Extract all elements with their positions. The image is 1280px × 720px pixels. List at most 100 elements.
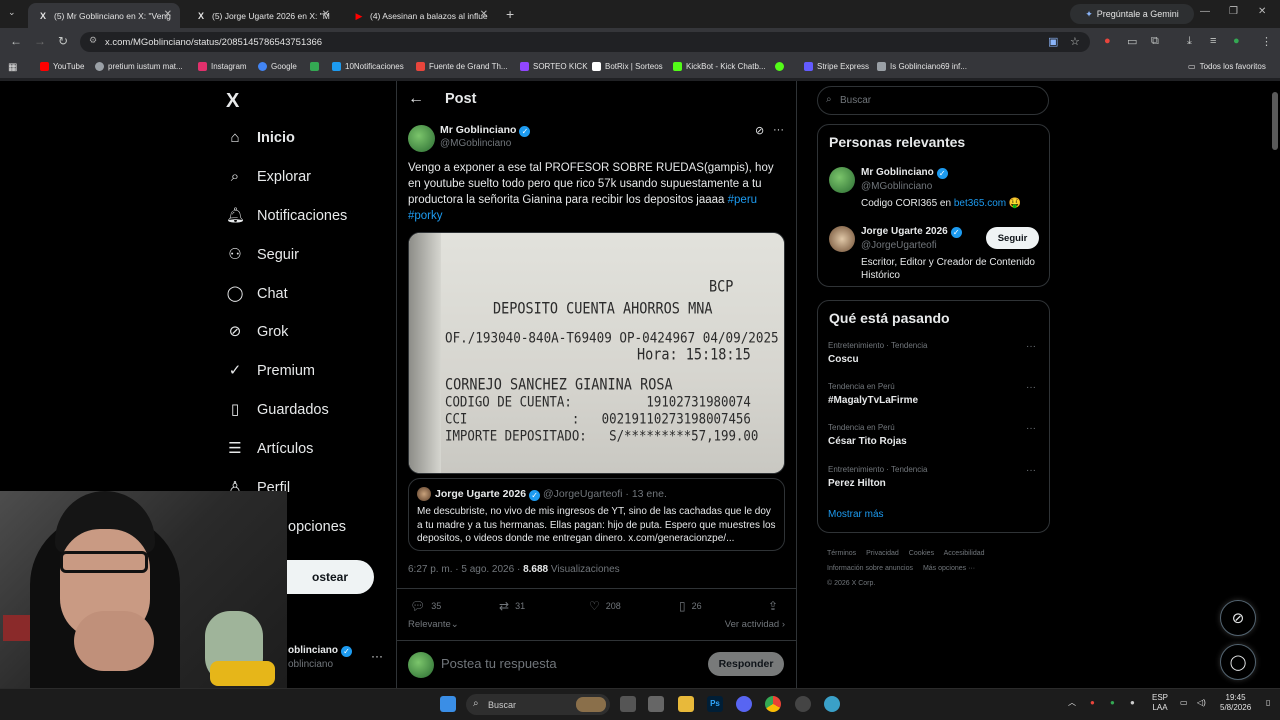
quoted-tweet[interactable]: Jorge Ugarte 2026 ✓ @JorgeUgarteofi · 13 … [408, 478, 785, 551]
nav-inicio[interactable]: ⌂ Inicio [226, 125, 294, 151]
bookmark-item[interactable]: SORTEO KICK [520, 62, 588, 71]
bookmark-item[interactable]: pretium iustum mat... [95, 62, 183, 71]
task-view-icon[interactable] [620, 696, 636, 712]
tab-search-icon[interactable]: ⌄ [8, 7, 16, 18]
nav-articulos[interactable]: ☰ Artículos [226, 436, 313, 462]
bookmark-item[interactable]: Stripe Express [804, 62, 869, 71]
footer-link[interactable]: Cookies [909, 550, 934, 557]
apps-icon[interactable]: ▦ [8, 62, 17, 73]
sort-dropdown[interactable]: Relevante⌄ [408, 619, 459, 630]
close-icon[interactable]: ✕ [164, 9, 172, 20]
bookmark-item[interactable]: YouTube [40, 62, 84, 71]
show-more-link[interactable]: Mostrar más [828, 509, 884, 520]
extensions-puzzle-icon[interactable]: ⧉ [1151, 35, 1159, 48]
more-icon[interactable]: ··· [371, 649, 383, 663]
app-icon[interactable] [648, 696, 664, 712]
more-icon[interactable]: ··· [1026, 382, 1036, 393]
reply-input[interactable]: Postea tu respuesta [441, 656, 557, 671]
footer-link[interactable]: Términos [827, 550, 856, 557]
bookmark-item[interactable]: Is Goblinciano69 inf... [877, 62, 967, 71]
star-icon[interactable]: ☆ [1070, 35, 1080, 48]
app-icon[interactable] [824, 696, 840, 712]
tab-3[interactable]: ▶ (4) Asesinan a balazos al influe ✕ [344, 3, 496, 28]
windows-start-icon[interactable] [440, 696, 456, 712]
trend-item[interactable]: Entretenimiento · Tendencia Perez Hilton… [828, 465, 1038, 489]
nav-grok[interactable]: ⊘ Grok [226, 319, 289, 345]
scrollbar[interactable] [1270, 81, 1280, 688]
hashtag-link[interactable]: #peru [728, 194, 757, 206]
like-button[interactable]: ♡ 208 [589, 599, 621, 613]
language-indicator[interactable]: ESP LAA [1152, 693, 1168, 713]
repost-button[interactable]: ⇄ 31 [499, 599, 525, 613]
chrome-icon[interactable] [765, 696, 781, 712]
nav-guardados[interactable]: ▯ Guardados [226, 397, 329, 423]
grok-fab-button[interactable]: ⊘ [1220, 600, 1256, 636]
share-button[interactable]: ⇪ [768, 599, 784, 613]
app-icon[interactable] [795, 696, 811, 712]
reply-button[interactable]: 💬︎ 35 [410, 599, 441, 613]
back-icon[interactable]: ← [10, 34, 22, 48]
reply-submit-button[interactable]: Responder [708, 652, 784, 676]
address-bar[interactable]: ⚙ x.com/MGoblinciano/status/208514578654… [80, 32, 1090, 52]
trend-item[interactable]: Tendencia en Perú #MagalyTvLaFirme ··· [828, 382, 1038, 406]
bookmark-item[interactable] [310, 62, 323, 71]
bookmark-item[interactable]: KickBot - Kick Chatb... [673, 62, 766, 71]
all-bookmarks[interactable]: ▭ Todos los favoritos [1188, 62, 1266, 71]
author-handle[interactable]: @MGoblinciano [440, 138, 511, 149]
site-info-icon[interactable]: ⚙ [89, 35, 97, 46]
close-icon[interactable]: ✕ [480, 9, 488, 20]
bookmark-item[interactable] [775, 62, 788, 71]
taskbar-search[interactable]: ⌕ Buscar [466, 694, 610, 715]
volume-icon[interactable]: ◁) [1197, 698, 1206, 708]
person-item[interactable]: Mr Goblinciano ✓ @MGoblinciano Codigo COR… [829, 167, 1039, 212]
view-activity-link[interactable]: Ver actividad › [725, 619, 785, 630]
nav-premium[interactable]: ✓ Premium [226, 358, 315, 384]
notification-icon[interactable]: ▯ [1266, 698, 1270, 708]
menu-icon[interactable]: ⋮ [1261, 35, 1272, 48]
more-icon[interactable]: ··· [1026, 341, 1036, 352]
translate-icon[interactable]: ▣ [1048, 35, 1058, 48]
extension-icon[interactable]: ▭ [1127, 35, 1137, 48]
tray-app-icon[interactable]: ● [1130, 698, 1135, 708]
bookmark-item[interactable]: 10Notificaciones [332, 62, 404, 71]
avatar[interactable] [408, 125, 435, 152]
more-icon[interactable]: ··· [1026, 465, 1036, 476]
tweet-image[interactable]: BCP DEPOSITO CUENTA AHORROS MNA OF./1930… [408, 232, 785, 474]
footer-link[interactable]: Privacidad [866, 550, 899, 557]
search-input[interactable]: ⌕ Buscar [817, 86, 1049, 115]
nav-mas-opciones[interactable]: opciones [288, 514, 346, 540]
profile-avatar-icon[interactable]: ● [1233, 35, 1240, 47]
footer-link[interactable]: Más opciones ··· [923, 565, 975, 572]
nav-seguir[interactable]: ⚇ Seguir [226, 242, 299, 268]
more-icon[interactable]: ··· [1026, 423, 1036, 434]
forward-icon[interactable]: → [34, 34, 46, 48]
maximize-icon[interactable]: ❐ [1229, 6, 1238, 17]
nav-explorar[interactable]: ⌕ Explorar [226, 164, 311, 190]
bookmark-item[interactable]: Instagram [198, 62, 247, 71]
bookmark-item[interactable]: Fuente de Grand Th... [416, 62, 508, 71]
nav-chat[interactable]: ◯ Chat [226, 281, 288, 307]
discord-icon[interactable] [736, 696, 752, 712]
gemini-button[interactable]: ✦ Pregúntale a Gemini [1070, 4, 1194, 24]
photoshop-icon[interactable]: Ps [707, 696, 723, 712]
tray-app-icon[interactable]: ● [1110, 698, 1115, 708]
x-logo-icon[interactable]: X [226, 90, 239, 113]
scrollbar-thumb[interactable] [1272, 92, 1278, 150]
footer-link[interactable]: Información sobre anuncios [827, 565, 913, 572]
download-icon[interactable]: ⤓ [1187, 35, 1192, 48]
trend-item[interactable]: Tendencia en Perú César Tito Rojas ··· [828, 423, 1038, 447]
tab-1[interactable]: X (5) Mr Goblinciano en X: "Veng ✕ [28, 3, 180, 28]
clock[interactable]: 19:45 5/8/2026 [1220, 693, 1251, 713]
close-icon[interactable]: ✕ [322, 9, 330, 20]
window-close-icon[interactable]: ✕ [1258, 6, 1266, 17]
author-name[interactable]: Mr Goblinciano ✓ [440, 124, 531, 137]
back-arrow-icon[interactable]: ← [408, 90, 424, 108]
new-tab-button[interactable]: + [506, 6, 514, 22]
messages-fab-button[interactable]: ◯ [1220, 644, 1256, 680]
minimize-icon[interactable]: — [1200, 6, 1210, 17]
reload-icon[interactable]: ↻ [58, 34, 68, 48]
file-explorer-icon[interactable] [678, 696, 694, 712]
media-icon[interactable]: ≡ [1210, 35, 1216, 47]
follow-button[interactable]: Seguir [986, 227, 1039, 249]
more-icon[interactable]: ··· [773, 124, 784, 136]
